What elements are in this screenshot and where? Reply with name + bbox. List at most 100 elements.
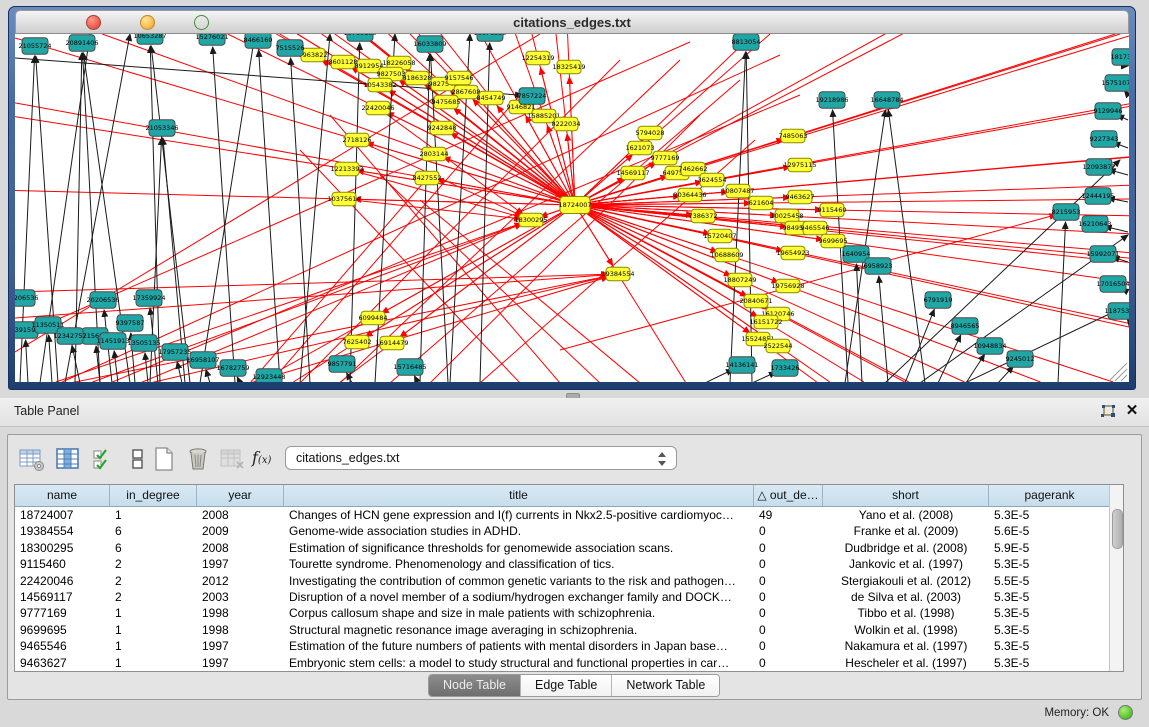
cell-in_degree: 1 [110,622,197,638]
cell-out_de: 0 [754,655,823,671]
graph-node-label: 16151722 [749,318,782,326]
cell-year: 2003 [197,589,284,605]
network-table-selector[interactable]: citations_edges.txt [285,446,677,470]
delete-table-icon[interactable] [184,446,212,472]
graph-node-label: 7386372 [689,212,718,220]
graph-node-label: 15716485 [393,363,426,371]
graph-node-label: 19218986 [815,96,848,104]
graph-node-label: 14136141 [725,361,758,369]
table-body: 1872400712008Changes of HCN gene express… [15,507,1109,671]
window-title: citations_edges.txt [16,15,1128,30]
network-view[interactable]: 8601128891295418226058982750310543382818… [15,34,1129,382]
column-header-name[interactable]: name [15,485,110,506]
table-row[interactable]: 977716911998Corpus callosum shape and si… [15,605,1109,621]
cell-pagerank: 5.3E-5 [989,605,1109,621]
graph-node-label: 8946565 [951,322,980,330]
network-canvas[interactable]: 8601128891295418226058982750310543382818… [15,34,1129,382]
cell-name: 9777169 [15,605,110,621]
table-row[interactable]: 969969511998Structural magnetic resonanc… [15,622,1109,638]
column-header-out_de[interactable]: △ out_de… [754,485,823,506]
column-header-year[interactable]: year [197,485,284,506]
cell-out_de: 0 [754,589,823,605]
cell-in_degree: 1 [110,638,197,654]
graph-node-label: 17957235 [158,348,191,356]
graph-node-label: 9115460 [818,206,847,214]
graph-node-label: 6099484 [359,314,388,322]
graph-node-label: 7485063 [779,132,808,140]
cell-short: Dudbridge et al. (2008) [823,540,989,556]
resize-grip-icon[interactable] [1109,363,1127,381]
cell-short: Stergiakouli et al. (2012) [823,573,989,589]
graph-node-label: 9827503 [377,70,406,78]
function-builder-icon[interactable]: f(x) [252,446,280,472]
graph-node-label: 6958923 [864,262,893,270]
row-height-icon[interactable] [124,446,152,472]
cell-title: Estimation of the future numbers of pati… [284,638,754,654]
cell-year: 1997 [197,556,284,572]
column-header-short[interactable]: short [823,485,989,506]
table-row[interactable]: 911546021997Tourette syndrome. Phenomeno… [15,556,1109,572]
cell-title: Corpus callosum shape and size in male p… [284,605,754,621]
table-row[interactable]: 1938455462009Genome-wide association stu… [15,523,1109,539]
graph-node-label: 12975115 [783,161,816,169]
graph-node-label: 16210643 [1078,220,1111,228]
cell-title: Investigating the contribution of common… [284,573,754,589]
tab-node-table[interactable]: Node Table [429,675,521,696]
graph-node-label: 5794028 [636,129,665,137]
scrollbar-thumb[interactable] [1112,509,1123,549]
graph-node-label: 16671355 [473,34,506,37]
cell-pagerank: 5.3E-5 [989,638,1109,654]
graph-node-label: 17359924 [132,294,165,302]
close-panel-icon[interactable]: ✕ [1124,403,1140,419]
graph-node-label: 2718126 [343,136,372,144]
graph-node-label: 1640954 [842,250,871,258]
column-header-in_degree[interactable]: in_degree [110,485,197,506]
memory-status-indicator[interactable] [1118,705,1133,720]
table-row[interactable]: 1830029562008Estimation of significance … [15,540,1109,556]
graph-node-label: 9397587 [116,319,145,327]
graph-node-label: 9463627 [786,193,815,201]
network-window-titlebar[interactable]: citations_edges.txt [15,10,1129,34]
graph-node-label: 12923448 [252,373,285,381]
tab-edge-table[interactable]: Edge Table [521,675,612,696]
new-table-icon[interactable] [150,446,178,472]
graph-node-label: 19384554 [601,270,634,278]
graph-node-label: 9465546 [801,224,830,232]
column-header-pagerank[interactable]: pagerank [989,485,1111,506]
graph-node-label: 9475685 [432,98,461,106]
cell-pagerank: 5.3E-5 [989,556,1109,572]
cell-short: Hescheler et al. (1997) [823,655,989,671]
cell-in_degree: 1 [110,655,197,671]
table-row[interactable]: 1456911722003Disruption of a novel membe… [15,589,1109,605]
application-window: citations_edges.txt 86011288912954182260… [0,0,1149,727]
select-rows-icon[interactable] [90,446,118,472]
tab-network-table[interactable]: Network Table [612,675,719,696]
delete-column-icon[interactable] [218,446,246,472]
cell-out_de: 0 [754,605,823,621]
graph-node-label: 16914479 [375,339,408,347]
graph-node-label: 12213393 [330,165,363,173]
cell-year: 1997 [197,655,284,671]
table-row[interactable]: 946554611997Estimation of the future num… [15,638,1109,654]
table-row[interactable]: 1872400712008Changes of HCN gene express… [15,507,1109,523]
cell-short: Nakamura et al. (1997) [823,638,989,654]
graph-node-label: 20891406 [65,39,98,47]
node-table: namein_degreeyeartitle△ out_de…shortpage… [14,484,1124,672]
graph-node-label: 18300295 [514,216,547,224]
cell-short: Yano et al. (2008) [823,507,989,523]
graph-node-label: 25206536 [15,294,39,302]
table-row[interactable]: 946362711997Embryonic stem cells: a mode… [15,655,1109,671]
cell-year: 1998 [197,622,284,638]
selected-network-table: citations_edges.txt [296,451,400,465]
graph-node-label: 20364436 [673,191,706,199]
graph-node-label: 9242848 [428,124,457,132]
table-column-icon[interactable] [54,446,82,472]
cell-title: Estimation of significance thresholds fo… [284,540,754,556]
column-header-title[interactable]: title [284,485,754,506]
float-panel-icon[interactable] [1100,404,1116,420]
graph-node-label: 15720407 [703,232,736,240]
vertical-scrollbar[interactable] [1109,485,1123,671]
table-row[interactable]: 2242004622012Investigating the contribut… [15,573,1109,589]
table-settings-icon[interactable] [18,446,46,472]
graph-node-label: 12342757 [53,332,86,340]
